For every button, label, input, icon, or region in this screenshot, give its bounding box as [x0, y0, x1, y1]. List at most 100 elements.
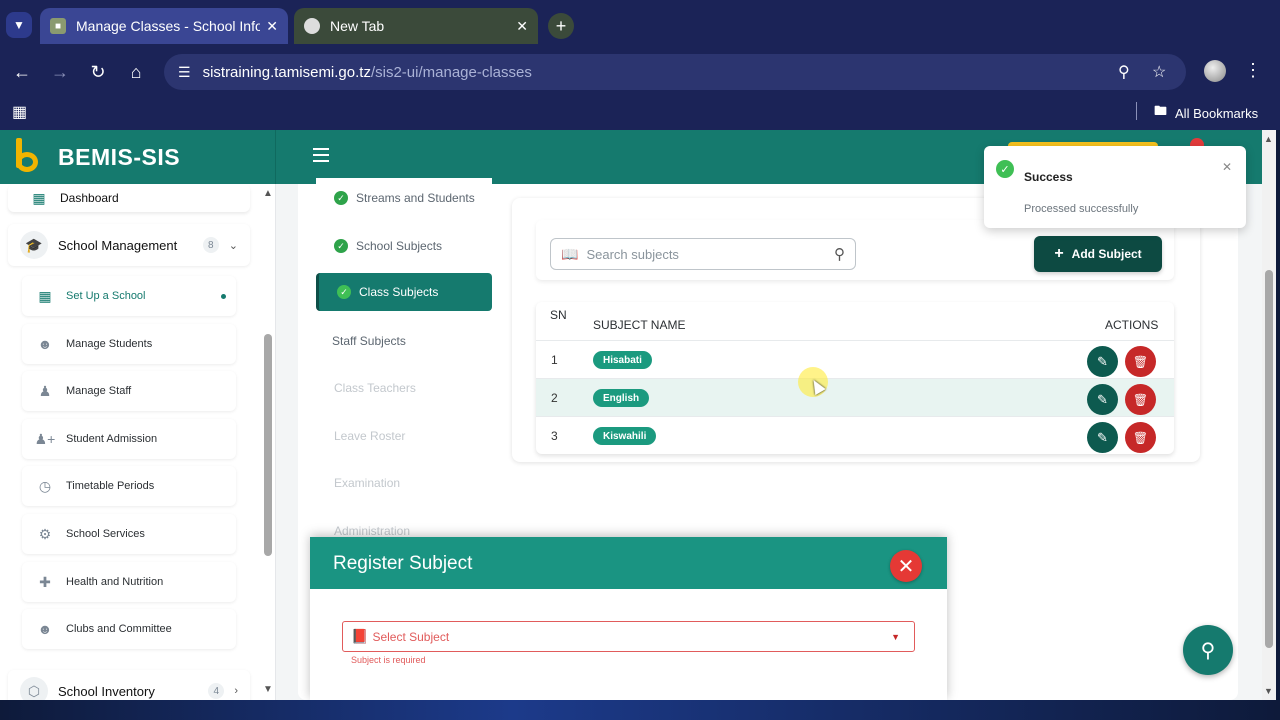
setup-steps: ✓ Streams and Students ✓ School Subjects… — [316, 178, 492, 584]
table-row: 2 English ✎ 🗑 — [536, 378, 1174, 416]
book-icon: 📖 — [561, 245, 579, 262]
scroll-up-icon[interactable]: ▲ — [1264, 134, 1273, 144]
add-subject-label: Add Subject — [1071, 247, 1142, 261]
calendar-icon: ◷ — [38, 477, 52, 494]
menu-toggle-icon[interactable] — [313, 148, 329, 162]
health-icon: ✚ — [39, 573, 51, 590]
step-label: Examination — [334, 476, 401, 490]
column-subject-name: SUBJECT NAME — [593, 318, 686, 332]
table-row: 3 Kiswahili ✎ 🗑 — [536, 416, 1174, 454]
search-placeholder: Search subjects — [586, 246, 679, 262]
toast-title: Success — [1024, 170, 1073, 184]
subject-pill: Hisabati — [593, 351, 652, 369]
sidebar-item-dashboard[interactable]: ▦ Dashboard — [8, 184, 250, 212]
bookmarks-bar: ▦ 🖿 All Bookmarks — [0, 92, 1280, 130]
reload-icon[interactable]: ↻ — [86, 60, 110, 84]
sidebar-group-label: School Management — [58, 237, 178, 253]
all-bookmarks-button[interactable]: 🖿 All Bookmarks — [1154, 102, 1258, 124]
bookmark-star-icon[interactable]: ☆ — [1152, 62, 1166, 82]
step-streams-students[interactable]: ✓ Streams and Students — [316, 178, 492, 218]
close-icon[interactable]: ✕ — [890, 550, 922, 582]
close-icon[interactable]: ✕ — [1222, 160, 1232, 174]
check-icon: ✓ — [337, 285, 351, 299]
sidebar-item-school-services[interactable]: ⚙ School Services — [22, 514, 236, 554]
sidebar-item-set-up-school[interactable]: ▦ Set Up a School — [22, 276, 236, 316]
browser-tab-active[interactable]: ■ Manage Classes - School Inform ✕ — [40, 8, 288, 44]
search-icon: ⚲ — [1200, 639, 1216, 662]
chevron-right-icon: › — [234, 685, 238, 697]
new-tab-button[interactable]: + — [548, 13, 574, 39]
scroll-down-icon[interactable]: ▼ — [263, 684, 273, 695]
step-class-subjects[interactable]: ✓ Class Subjects — [316, 273, 492, 311]
success-toast: ✓ Success Processed successfully ✕ — [984, 146, 1246, 228]
sidebar-item-timetable-periods[interactable]: ◷ Timetable Periods — [22, 466, 236, 506]
select-placeholder: Select Subject — [372, 629, 450, 644]
sidebar-item-label: Student Admission — [66, 433, 158, 445]
delete-icon[interactable]: 🗑 — [1125, 384, 1156, 415]
browser-tab-new[interactable]: New Tab ✕ — [294, 8, 538, 44]
modal-header: Register Subject ✕ — [310, 537, 947, 589]
subject-pill: Kiswahili — [593, 427, 657, 445]
scroll-down-icon[interactable]: ▼ — [1264, 686, 1273, 696]
sidebar-item-health-nutrition[interactable]: ✚ Health and Nutrition — [22, 562, 236, 602]
sidebar-item-student-admission[interactable]: ♟+ Student Admission — [22, 419, 236, 459]
sidebar: ▦ Dashboard 🎓 School Management 8 ⌄ ▦ Se… — [0, 184, 276, 720]
step-staff-subjects[interactable]: Staff Subjects — [316, 321, 492, 361]
delete-icon[interactable]: 🗑 — [1125, 346, 1156, 377]
row-sn: 2 — [551, 391, 558, 405]
sidebar-group-label: School Inventory — [58, 683, 155, 699]
step-class-teachers[interactable]: Class Teachers — [316, 368, 492, 408]
step-examination[interactable]: Examination — [316, 463, 492, 503]
register-subject-modal: Register Subject ✕ 📕 Select Subject ▼ Su… — [310, 537, 947, 700]
browser-tab-bar: ▼ ■ Manage Classes - School Inform ✕ New… — [0, 0, 1280, 52]
search-input[interactable]: 📖 Search subjects ⚲ — [550, 238, 856, 270]
sidebar-item-manage-staff[interactable]: ♟ Manage Staff — [22, 371, 236, 411]
plus-icon: + — [1054, 245, 1064, 262]
sidebar-scroll-thumb[interactable] — [264, 334, 272, 556]
edit-icon[interactable]: ✎ — [1087, 346, 1118, 377]
chevron-down-icon: ⌄ — [228, 239, 238, 252]
close-tab-icon[interactable]: ✕ — [266, 18, 278, 35]
close-tab-icon[interactable]: ✕ — [516, 18, 528, 35]
profile-avatar[interactable] — [1204, 60, 1226, 82]
step-label: School Subjects — [356, 239, 443, 253]
search-icon[interactable]: ⚲ — [834, 245, 845, 263]
sidebar-scrollbar[interactable]: ▲ ▼ — [262, 184, 274, 696]
search-fab-button[interactable]: ⚲ — [1183, 625, 1233, 675]
tab-search-chevron-icon[interactable]: ▼ — [6, 12, 32, 38]
url-host: sistraining.tamisemi.go.tz — [202, 63, 371, 81]
home-icon[interactable]: ⌂ — [124, 60, 148, 84]
back-icon[interactable]: ← — [10, 60, 34, 84]
step-leave-roster[interactable]: Leave Roster — [316, 416, 492, 456]
step-school-subjects[interactable]: ✓ School Subjects — [316, 226, 492, 266]
page-scroll-thumb[interactable] — [1265, 270, 1273, 648]
edit-icon[interactable]: ✎ — [1087, 422, 1118, 453]
sidebar-item-label: Manage Students — [66, 338, 153, 350]
delete-icon[interactable]: 🗑 — [1125, 422, 1156, 453]
scroll-up-icon[interactable]: ▲ — [263, 188, 273, 199]
dashboard-icon: ▦ — [32, 189, 46, 206]
subject-pill: English — [593, 389, 650, 407]
sidebar-item-manage-students[interactable]: ☻ Manage Students — [22, 324, 236, 364]
page-scrollbar[interactable]: ▲ ▼ — [1262, 130, 1276, 700]
chevron-down-icon: ▼ — [891, 631, 900, 642]
edit-icon[interactable]: ✎ — [1087, 384, 1118, 415]
all-bookmarks-label: All Bookmarks — [1175, 105, 1259, 121]
step-label: Class Teachers — [334, 381, 416, 395]
site-settings-icon[interactable]: ☰ — [178, 64, 191, 81]
subject-select[interactable]: 📕 Select Subject ▼ — [342, 621, 915, 652]
bookmarks-divider — [1136, 102, 1137, 120]
address-bar[interactable]: ☰ sistraining.tamisemi.go.tz /sis2-ui/ma… — [164, 54, 1186, 90]
browser-menu-icon[interactable]: ⋮ — [1244, 60, 1262, 81]
sidebar-item-label: School Services — [66, 528, 145, 540]
sidebar-group-school-management[interactable]: 🎓 School Management 8 ⌄ — [8, 224, 250, 266]
brand-name: BEMIS-SIS — [58, 144, 181, 170]
row-sn: 3 — [551, 429, 558, 443]
step-label: Streams and Students — [356, 191, 475, 205]
forward-icon[interactable]: → — [48, 60, 72, 84]
add-subject-button[interactable]: + Add Subject — [1034, 236, 1162, 272]
zoom-icon[interactable]: ⚲ — [1118, 62, 1130, 82]
sidebar-item-clubs-committee[interactable]: ☻ Clubs and Committee — [22, 609, 236, 649]
apps-grid-icon[interactable]: ▦ — [12, 102, 27, 122]
toast-message: Processed successfully — [1024, 203, 1139, 215]
